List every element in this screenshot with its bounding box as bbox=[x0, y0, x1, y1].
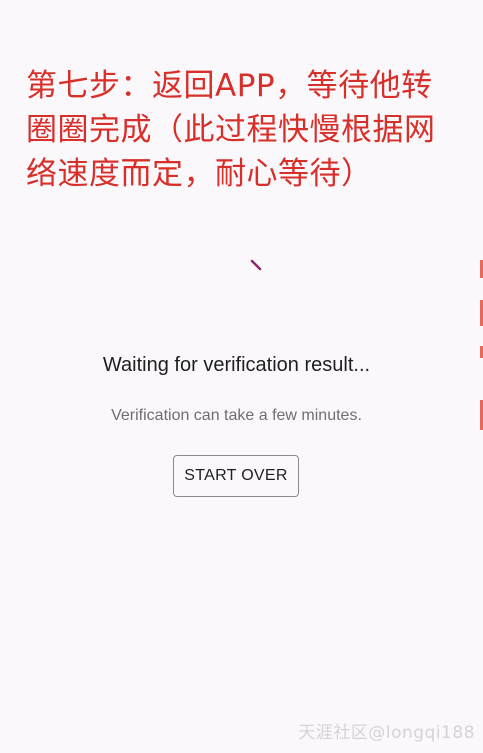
loading-spinner-icon bbox=[250, 259, 262, 271]
watermark: 天涯社区@longqi188 bbox=[298, 723, 475, 743]
instruction-annotation: 第七步：返回APP，等待他转圈圈完成（此过程快慢根据网络速度而定，耐心等待） bbox=[26, 68, 436, 192]
verification-status-title: Waiting for verification result... bbox=[102, 354, 371, 376]
start-over-button[interactable]: START OVER bbox=[173, 455, 299, 497]
verification-status-subtitle: Verification can take a few minutes. bbox=[111, 407, 362, 424]
